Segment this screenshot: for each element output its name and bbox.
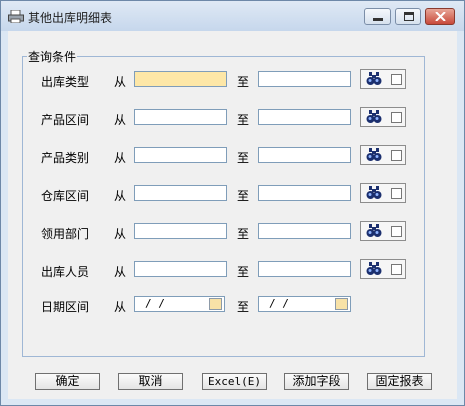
to-label: 至 (237, 75, 250, 89)
date-to-value: / / (269, 297, 289, 310)
warehouse-range-browse (360, 183, 406, 203)
product-category-checkbox[interactable] (391, 150, 402, 161)
excel-button[interactable]: Excel(E) (202, 373, 267, 390)
outbound-type-browse (360, 69, 406, 89)
binoculars-icon[interactable] (366, 186, 382, 200)
binoculars-icon[interactable] (366, 262, 382, 276)
maximize-button[interactable] (395, 8, 421, 25)
to-label: 至 (237, 265, 250, 279)
from-label: 从 (114, 300, 127, 314)
minimize-button[interactable] (364, 8, 391, 25)
maximize-icon (404, 12, 414, 21)
ok-button[interactable]: 确定 (35, 373, 100, 390)
row-label-warehouse-range: 仓库区间 (41, 189, 90, 203)
from-label: 从 (114, 265, 127, 279)
row-label-product-range: 产品区间 (41, 113, 90, 127)
minimize-icon (373, 18, 383, 21)
date-from-value: / / (145, 297, 165, 310)
product-category-to-input[interactable] (258, 147, 351, 163)
to-label: 至 (237, 300, 250, 314)
to-label: 至 (237, 113, 250, 127)
close-button[interactable] (425, 8, 455, 25)
product-range-to-input[interactable] (258, 109, 351, 125)
row-label-outbound-staff: 出库人员 (41, 265, 90, 279)
calendar-icon[interactable] (335, 298, 348, 310)
department-to-input[interactable] (258, 223, 351, 239)
row-label-outbound-type: 出库类型 (41, 75, 90, 89)
to-label: 至 (237, 227, 250, 241)
outbound-staff-from-input[interactable] (134, 261, 227, 277)
to-label: 至 (237, 189, 250, 203)
close-icon (435, 12, 446, 21)
outbound-staff-to-input[interactable] (258, 261, 351, 277)
product-range-from-input[interactable] (134, 109, 227, 125)
department-browse (360, 221, 406, 241)
from-label: 从 (114, 189, 127, 203)
cancel-button[interactable]: 取消 (118, 373, 183, 390)
binoculars-icon[interactable] (366, 110, 382, 124)
row-label-department: 领用部门 (41, 227, 90, 241)
product-category-browse (360, 145, 406, 165)
product-range-browse (360, 107, 406, 127)
warehouse-range-checkbox[interactable] (391, 188, 402, 199)
outbound-staff-checkbox[interactable] (391, 264, 402, 275)
date-from-input[interactable]: / / (134, 296, 225, 312)
product-range-checkbox[interactable] (391, 112, 402, 123)
dialog-body: 查询条件 出库类型 从 至 产品区间 从 至 产品类别 从 至 仓库区间 从 至… (8, 31, 457, 399)
add-field-button[interactable]: 添加字段 (284, 373, 349, 390)
outbound-type-checkbox[interactable] (391, 74, 402, 85)
binoculars-icon[interactable] (366, 148, 382, 162)
from-label: 从 (114, 113, 127, 127)
department-checkbox[interactable] (391, 226, 402, 237)
title-bar[interactable]: 其他出库明细表 (1, 1, 464, 31)
date-to-input[interactable]: / / (258, 296, 351, 312)
warehouse-range-to-input[interactable] (258, 185, 351, 201)
from-label: 从 (114, 75, 127, 89)
outbound-type-from-input[interactable] (134, 71, 227, 87)
to-label: 至 (237, 151, 250, 165)
calendar-icon[interactable] (209, 298, 222, 310)
from-label: 从 (114, 227, 127, 241)
window-title: 其他出库明细表 (28, 11, 113, 25)
from-label: 从 (114, 151, 127, 165)
department-from-input[interactable] (134, 223, 227, 239)
binoculars-icon[interactable] (366, 224, 382, 238)
fixed-report-button[interactable]: 固定报表 (367, 373, 432, 390)
binoculars-icon[interactable] (366, 72, 382, 86)
row-label-date-range: 日期区间 (41, 300, 90, 314)
query-conditions-title: 查询条件 (27, 48, 78, 65)
product-category-from-input[interactable] (134, 147, 227, 163)
warehouse-range-from-input[interactable] (134, 185, 227, 201)
outbound-type-to-input[interactable] (258, 71, 351, 87)
printer-icon (8, 10, 24, 23)
outbound-staff-browse (360, 259, 406, 279)
report-window: 其他出库明细表 查询条件 出库类型 从 至 产品区间 从 至 产品类别 从 至 … (0, 0, 465, 406)
row-label-product-category: 产品类别 (41, 151, 90, 165)
